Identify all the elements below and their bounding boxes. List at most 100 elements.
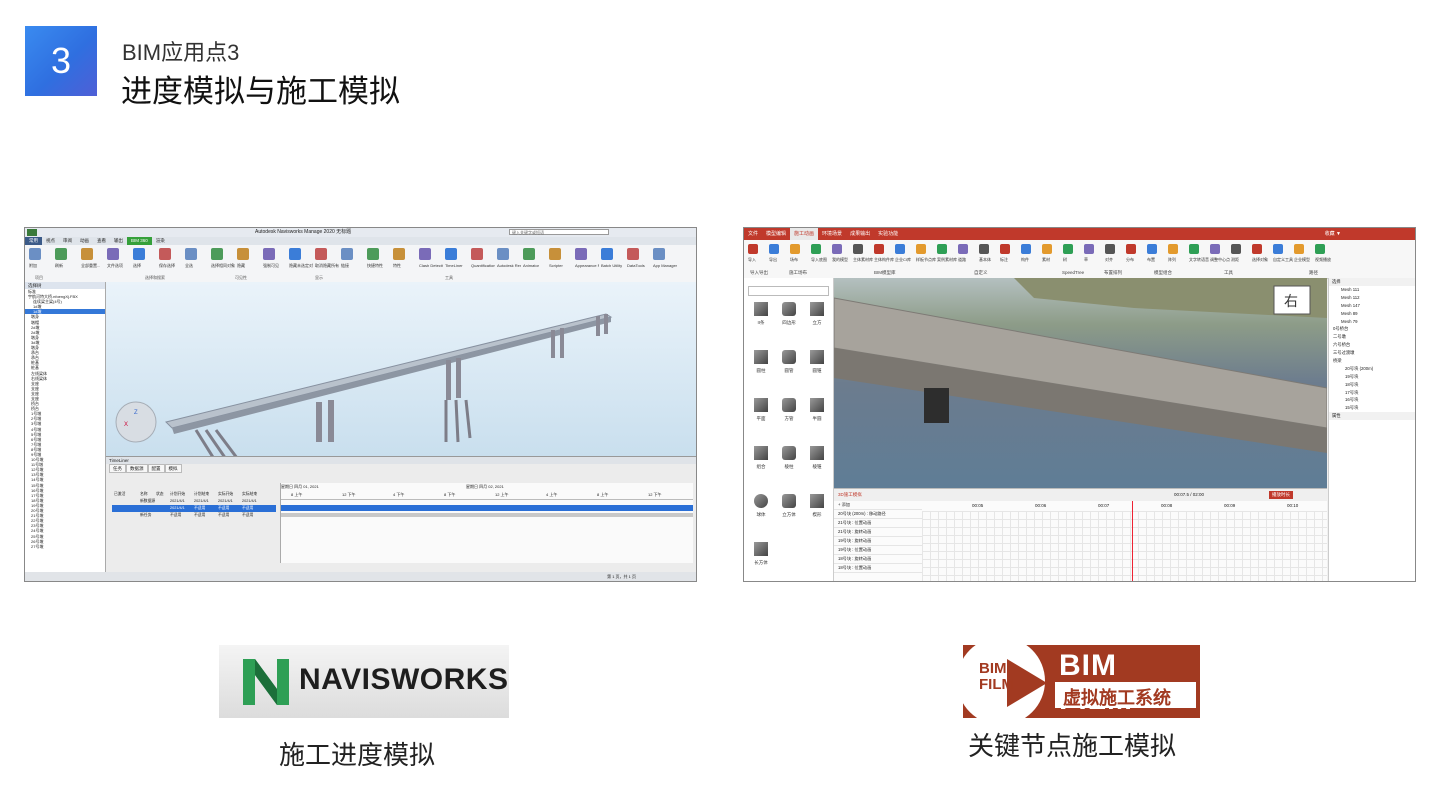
column-header[interactable]: 状态	[156, 492, 164, 497]
ribbon-button-icon[interactable]	[445, 248, 457, 260]
column-header[interactable]: 已激活	[114, 492, 125, 497]
timeliner-tab-tasks[interactable]: 任务	[109, 464, 126, 473]
ribbon-tool-icon[interactable]	[1042, 244, 1052, 254]
add-track-button[interactable]: + 添加	[834, 501, 922, 510]
tab-experimental[interactable]: 实验功能	[874, 228, 902, 240]
tab-review[interactable]: 审阅	[59, 237, 76, 245]
ribbon-button-icon[interactable]	[159, 248, 171, 260]
outliner-group-item[interactable]: 0号桥台	[1329, 325, 1415, 333]
outliner-group-item[interactable]: 六号桥台	[1329, 341, 1415, 349]
ribbon-button-icon[interactable]	[393, 248, 405, 260]
ribbon-tool-icon[interactable]	[1189, 244, 1199, 254]
library-item[interactable]: 圆管	[776, 350, 802, 374]
timeliner-tab-config[interactable]: 配置	[147, 464, 165, 473]
ribbon-tool-icon[interactable]	[874, 244, 884, 254]
ribbon-tool-icon[interactable]	[1252, 244, 1262, 254]
ribbon-tool-icon[interactable]	[1063, 244, 1073, 254]
ribbon-button-icon[interactable]	[575, 248, 587, 260]
library-item[interactable]: 圆锥	[804, 350, 830, 374]
library-item[interactable]: 楔形	[804, 494, 830, 518]
ribbon-tool-icon[interactable]	[1273, 244, 1283, 254]
column-header[interactable]: 计划结束	[194, 492, 209, 497]
animation-track[interactable]: 18号块 : 旋转动画	[834, 555, 922, 564]
library-item[interactable]: 四边形	[776, 302, 802, 326]
tab-bim360[interactable]: BIM 360	[127, 237, 152, 245]
ribbon-button-icon[interactable]	[211, 248, 223, 260]
ribbon-tool-icon[interactable]	[811, 244, 821, 254]
animation-track[interactable]: 19号块 : 旋转动画	[834, 537, 922, 546]
ribbon-tool-icon[interactable]	[853, 244, 863, 254]
library-search-input[interactable]	[748, 286, 829, 296]
gantt-bar-secondary[interactable]	[281, 513, 693, 517]
ribbon-button-icon[interactable]	[549, 248, 561, 260]
timeliner-tab-datasource[interactable]: 数据源	[126, 464, 148, 473]
task-row[interactable]: 新任务 不适用 不适用 不适用 不适用	[112, 512, 276, 519]
ribbon-button-icon[interactable]	[185, 248, 197, 260]
bimfilm-3d-scene[interactable]: 右	[834, 278, 1327, 488]
tab-output[interactable]: 成果输出	[846, 228, 874, 240]
ribbon-button-icon[interactable]	[81, 248, 93, 260]
outliner-mesh-item[interactable]: Mesh 112	[1329, 294, 1415, 302]
outliner-group-item[interactable]: 三号过渡墩	[1329, 349, 1415, 357]
task-row[interactable]: 新数据源 2021/4/1 2021/4/1 2021/4/1 2021/4/1	[112, 498, 276, 505]
outliner-beam-item[interactable]: 19号块	[1329, 373, 1415, 381]
gantt-bar[interactable]	[281, 505, 693, 511]
ribbon-button-icon[interactable]	[289, 248, 301, 260]
ribbon-tool-icon[interactable]	[1315, 244, 1325, 254]
library-item[interactable]: 棱锥	[804, 446, 830, 470]
outliner-beam-item[interactable]: 16号块	[1329, 396, 1415, 404]
column-header[interactable]: 名称	[140, 492, 148, 497]
timeline-mode-dropdown[interactable]: 3D施工模拟	[838, 489, 862, 501]
navisworks-3d-viewport[interactable]: X Z	[106, 282, 696, 463]
ribbon-button-icon[interactable]	[601, 248, 613, 260]
ribbon-tool-icon[interactable]	[937, 244, 947, 254]
outliner-mesh-item[interactable]: Mesh 89	[1329, 310, 1415, 318]
outliner-beam-item[interactable]: 20号块 (200m)	[1329, 365, 1415, 373]
outliner-group-item[interactable]: 桥梁	[1329, 357, 1415, 365]
tab-construction-animation[interactable]: 施工动画	[790, 228, 819, 240]
ribbon-tool-icon[interactable]	[895, 244, 905, 254]
ribbon-button-icon[interactable]	[367, 248, 379, 260]
animation-track[interactable]: 20号块 (200m) : 移动路径	[834, 510, 922, 519]
viewcube-navigation[interactable]	[115, 401, 157, 443]
tab-home[interactable]: 常用	[25, 237, 42, 245]
ribbon-tool-icon[interactable]	[769, 244, 779, 254]
tab-render[interactable]: 渲染	[152, 237, 169, 245]
ribbon-button-icon[interactable]	[29, 248, 41, 260]
outliner-group-item[interactable]: 二号墩	[1329, 333, 1415, 341]
tab-output[interactable]: 输出	[110, 237, 127, 245]
outliner-beam-item[interactable]: 17号块	[1329, 389, 1415, 397]
navisworks-search-input[interactable]: 键入关键字或短语	[509, 229, 609, 235]
outliner-mesh-item[interactable]: Mesh 147	[1329, 302, 1415, 310]
animation-track[interactable]: 21号块 : 旋转动画	[834, 528, 922, 537]
ribbon-tool-icon[interactable]	[1231, 244, 1241, 254]
tab-animation[interactable]: 动画	[76, 237, 93, 245]
ribbon-tool-icon[interactable]	[1147, 244, 1157, 254]
ribbon-tool-icon[interactable]	[748, 244, 758, 254]
tab-file[interactable]: 文件	[744, 228, 762, 240]
ribbon-button-icon[interactable]	[341, 248, 353, 260]
ribbon-tool-icon[interactable]	[1210, 244, 1220, 254]
library-item[interactable]: 长方体	[748, 542, 774, 566]
outliner-beam-item[interactable]: 15号块	[1329, 404, 1415, 412]
ribbon-tool-icon[interactable]	[790, 244, 800, 254]
ribbon-tool-icon[interactable]	[979, 244, 989, 254]
ribbon-tool-icon[interactable]	[1126, 244, 1136, 254]
column-header[interactable]: 实际开始	[218, 492, 233, 497]
ribbon-button-icon[interactable]	[497, 248, 509, 260]
library-item[interactable]: II条	[748, 302, 774, 326]
library-item[interactable]: 半圆	[804, 398, 830, 422]
library-item[interactable]: 组合	[748, 446, 774, 470]
outliner-mesh-item[interactable]: Mesh 79	[1329, 318, 1415, 326]
ribbon-tool-icon[interactable]	[1105, 244, 1115, 254]
ribbon-tool-icon[interactable]	[1000, 244, 1010, 254]
library-item[interactable]: 圆柱	[748, 350, 774, 374]
ribbon-tool-icon[interactable]	[1294, 244, 1304, 254]
ribbon-button-icon[interactable]	[653, 248, 665, 260]
ribbon-tool-icon[interactable]	[832, 244, 842, 254]
library-item[interactable]: 立方	[804, 302, 830, 326]
ribbon-button-icon[interactable]	[523, 248, 535, 260]
ribbon-button-icon[interactable]	[627, 248, 639, 260]
animation-track[interactable]: 21号块 : 位置动画	[834, 519, 922, 528]
ribbon-tool-icon[interactable]	[1084, 244, 1094, 254]
